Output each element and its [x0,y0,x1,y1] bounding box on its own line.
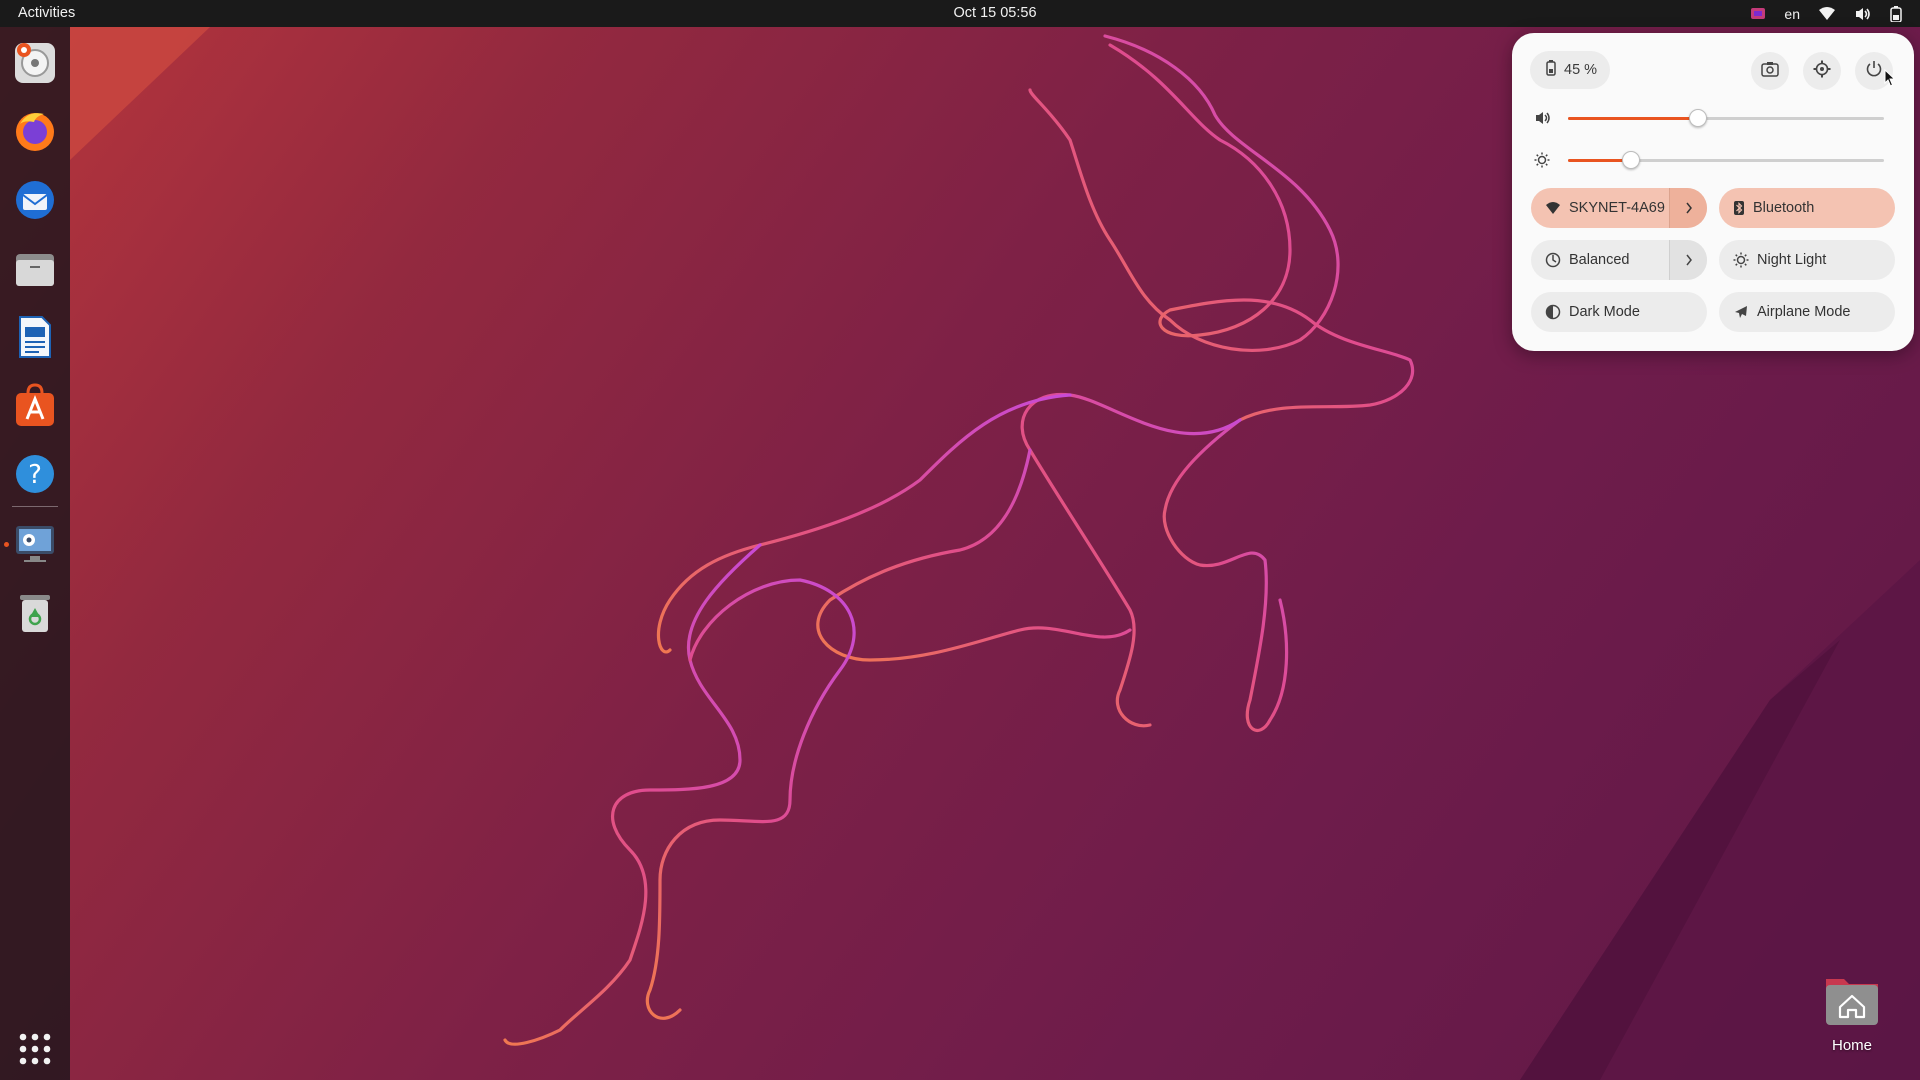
dark-mode-icon [1545,304,1561,320]
dock-separator [12,506,58,507]
wifi-toggle[interactable]: SKYNET-4A69 [1531,188,1707,228]
volume-icon[interactable] [1854,6,1872,22]
wifi-network-label: SKYNET-4A69 [1569,200,1665,216]
power-mode-menu-arrow[interactable] [1669,240,1707,280]
battery-icon[interactable] [1890,5,1902,22]
wifi-icon[interactable] [1818,6,1836,22]
power-icon [1865,60,1883,83]
language-indicator[interactable]: en [1784,6,1800,22]
brightness-slider-handle[interactable] [1622,151,1640,169]
volume-slider-handle[interactable] [1689,109,1707,127]
dock: ? [0,27,70,1080]
volume-icon [1534,110,1552,131]
svg-text:?: ? [28,460,42,490]
screenshot-icon [1761,61,1779,82]
dark-mode-toggle[interactable]: Dark Mode [1531,292,1707,332]
trash-icon[interactable] [10,587,60,637]
battery-percent: 45 % [1564,62,1598,78]
power-mode-toggle[interactable]: Balanced [1531,240,1707,280]
settings-icon [1813,60,1831,83]
settings-button[interactable] [1803,52,1841,90]
desktop-home-folder[interactable]: Home [1816,973,1888,1054]
brightness-slider[interactable] [1568,151,1884,169]
dark-mode-label: Dark Mode [1569,304,1640,320]
wifi-menu-arrow[interactable] [1669,188,1707,228]
airplane-mode-toggle[interactable]: Airplane Mode [1719,292,1895,332]
airplane-mode-label: Airplane Mode [1757,304,1851,320]
running-indicator [4,542,9,547]
home-folder-icon [1826,979,1878,1025]
brightness-icon [1534,152,1550,173]
files-icon[interactable] [10,244,60,294]
installer-icon[interactable] [10,38,60,88]
firefox-icon[interactable] [10,106,60,156]
top-bar: Activities Oct 15 05:56 en [0,0,1920,27]
wifi-icon [1545,201,1561,215]
volume-slider-row [1534,108,1894,128]
quick-settings-panel: 45 % SKYNET-4A69 Bluetooth Balanced Nigh… [1512,33,1914,351]
mouse-cursor-icon [1884,68,1896,92]
battery-icon [1546,60,1556,80]
screenshot-button[interactable] [1751,52,1789,90]
power-mode-icon [1545,252,1561,268]
home-label: Home [1831,1037,1872,1054]
thunderbird-icon[interactable] [10,175,60,225]
volume-slider[interactable] [1568,109,1884,127]
apps-grid-icon[interactable] [10,1024,60,1074]
brightness-slider-row [1534,150,1894,170]
app-center-icon[interactable] [10,381,60,431]
display-icon[interactable] [10,518,60,568]
help-icon[interactable]: ? [10,449,60,499]
app-indicator-icon[interactable] [1750,6,1766,22]
bluetooth-icon [1733,200,1745,216]
power-mode-label: Balanced [1569,252,1630,268]
bluetooth-label: Bluetooth [1753,200,1815,216]
night-light-toggle[interactable]: Night Light [1719,240,1895,280]
system-tray[interactable]: en [1750,0,1902,27]
battery-status-button[interactable]: 45 % [1530,51,1610,89]
clock-button[interactable]: Oct 15 05:56 [0,5,1920,21]
airplane-icon [1733,304,1749,320]
writer-icon[interactable] [10,312,60,362]
night-light-label: Night Light [1757,252,1827,268]
volume-fill [1568,117,1698,120]
bluetooth-toggle[interactable]: Bluetooth [1719,188,1895,228]
night-light-icon [1733,252,1749,268]
